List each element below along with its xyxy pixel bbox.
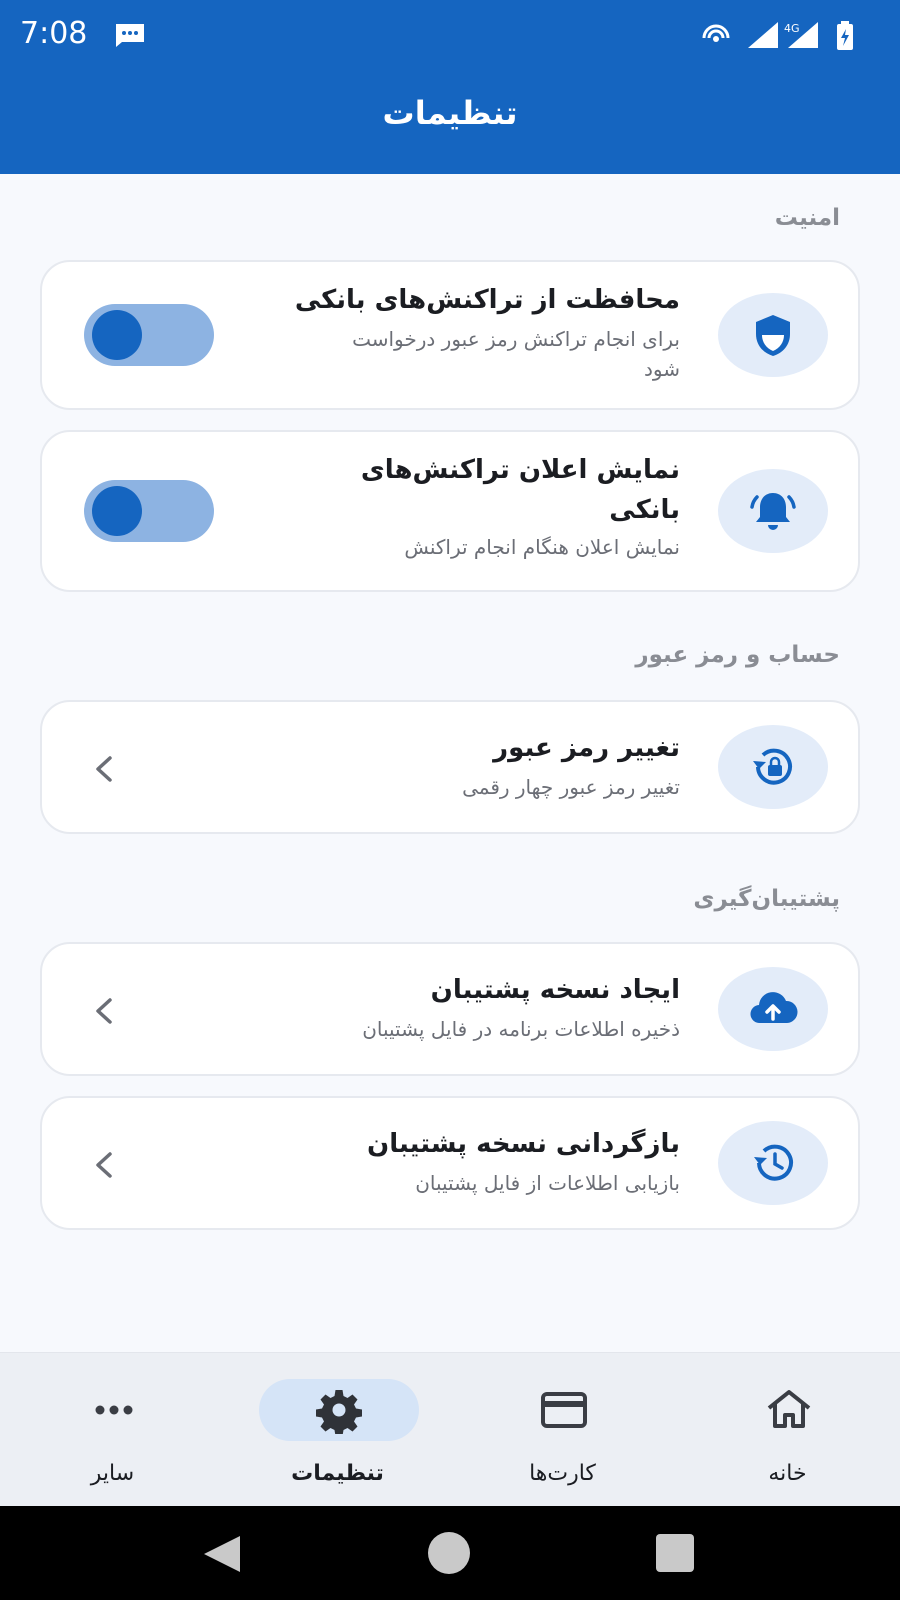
restore-icon <box>718 1121 828 1205</box>
setting-transaction-protection[interactable]: محافظت از تراکنش‌های بانکی برای انجام تر… <box>40 260 860 410</box>
cloud-upload-icon <box>718 967 828 1051</box>
page-title: تنظیمات <box>382 94 518 132</box>
nav-label: سایر <box>90 1461 135 1486</box>
more-icon <box>95 1405 133 1415</box>
toggle-knob <box>92 310 142 360</box>
bottom-navigation: سایر تنظیمات کارت‌ها خانه <box>0 1352 900 1506</box>
signal-icon <box>748 22 778 48</box>
home-button[interactable] <box>428 1532 470 1574</box>
nav-item-home[interactable]: خانه <box>675 1353 900 1507</box>
nav-label: خانه <box>768 1461 807 1486</box>
card-icon <box>541 1392 587 1428</box>
setting-text: بازگردانی نسخه پشتیبان بازیابی اطلاعات ا… <box>160 1124 680 1198</box>
chevron-left-icon <box>96 756 112 782</box>
shield-icon <box>718 293 828 377</box>
setting-subtitle: ذخیره اطلاعات برنامه در فایل پشتیبان <box>362 1017 680 1041</box>
chevron-left-icon <box>96 1152 112 1178</box>
setting-subtitle: برای انجام تراکنش رمز عبور درخواست شود <box>260 324 680 384</box>
setting-title: بازگردانی نسخه پشتیبان <box>367 1129 680 1159</box>
chevron-left-icon <box>96 998 112 1024</box>
setting-subtitle: بازیابی اطلاعات از فایل پشتیبان <box>415 1171 680 1195</box>
setting-text: محافظت از تراکنش‌های بانکی برای انجام تر… <box>260 280 680 384</box>
setting-text: تغییر رمز عبور تغییر رمز عبور چهار رقمی <box>260 728 680 802</box>
status-icons: 4G <box>702 21 853 50</box>
gear-icon <box>316 1390 362 1434</box>
setting-title: ایجاد نسخه پشتیبان <box>430 975 680 1005</box>
section-title-account: حساب و رمز عبور <box>635 642 840 668</box>
toggle-knob <box>92 486 142 536</box>
setting-title: نمایش اعلان تراکنش‌های بانکی <box>260 450 680 530</box>
lock-reset-icon <box>718 725 828 809</box>
battery-charging-icon <box>837 21 853 50</box>
setting-text: نمایش اعلان تراکنش‌های بانکی نمایش اعلان… <box>260 450 680 562</box>
setting-text: ایجاد نسخه پشتیبان ذخیره اطلاعات برنامه … <box>160 970 680 1044</box>
bell-icon <box>718 469 828 553</box>
transaction-protection-toggle[interactable] <box>84 304 214 366</box>
network-type-label: 4G <box>784 22 800 35</box>
section-title-security: امنیت <box>774 205 840 231</box>
hotspot-icon <box>702 24 730 42</box>
setting-subtitle-line2: شود <box>644 357 680 381</box>
home-icon <box>767 1390 811 1428</box>
nav-item-settings[interactable]: تنظیمات <box>225 1353 450 1507</box>
nav-item-cards[interactable]: کارت‌ها <box>450 1353 675 1507</box>
nav-item-more[interactable]: سایر <box>0 1353 225 1507</box>
setting-title-line1: نمایش اعلان تراکنش‌های <box>360 455 680 485</box>
nav-label: کارت‌ها <box>529 1461 596 1486</box>
status-bar: 7:08 4G <box>0 0 900 72</box>
back-icon[interactable] <box>200 1534 244 1574</box>
section-title-backup: پشتیبان‌گیری <box>693 886 840 912</box>
setting-title: تغییر رمز عبور <box>493 733 680 763</box>
app-bar: تنظیمات <box>0 72 900 174</box>
setting-title-line2: بانکی <box>609 495 680 525</box>
nav-label: تنظیمات <box>291 1461 384 1486</box>
setting-title: محافظت از تراکنش‌های بانکی <box>294 285 680 315</box>
system-navigation-bar <box>0 1506 900 1600</box>
setting-subtitle-line1: برای انجام تراکنش رمز عبور درخواست <box>352 327 680 351</box>
setting-subtitle: تغییر رمز عبور چهار رقمی <box>462 775 680 799</box>
transaction-notification-toggle[interactable] <box>84 480 214 542</box>
setting-change-password[interactable]: تغییر رمز عبور تغییر رمز عبور چهار رقمی <box>40 700 860 834</box>
setting-restore-backup[interactable]: بازگردانی نسخه پشتیبان بازیابی اطلاعات ا… <box>40 1096 860 1230</box>
recent-apps-button[interactable] <box>656 1534 694 1572</box>
setting-subtitle: نمایش اعلان هنگام انجام تراکنش <box>404 535 680 559</box>
status-time: 7:08 <box>20 16 88 51</box>
message-icon <box>116 24 144 47</box>
setting-transaction-notification[interactable]: نمایش اعلان تراکنش‌های بانکی نمایش اعلان… <box>40 430 860 592</box>
setting-create-backup[interactable]: ایجاد نسخه پشتیبان ذخیره اطلاعات برنامه … <box>40 942 860 1076</box>
